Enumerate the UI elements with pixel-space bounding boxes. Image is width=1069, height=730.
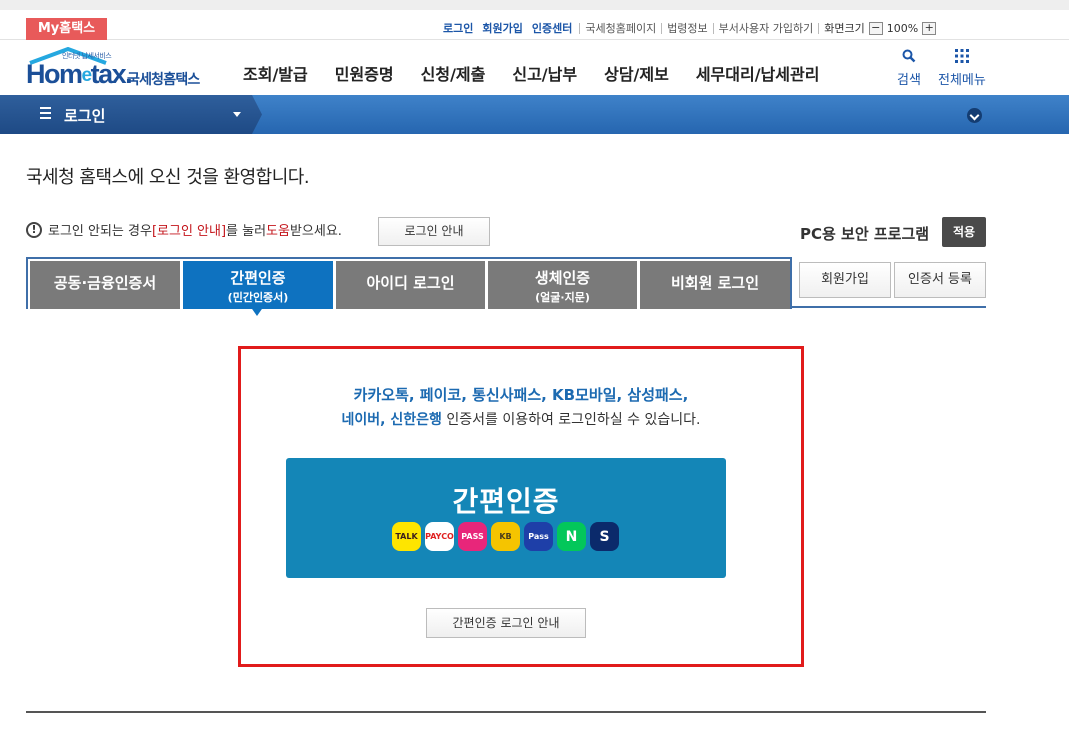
menu-apply-submit[interactable]: 신청/제출 [421, 61, 486, 85]
help-text-link: [로그인 안내] [151, 224, 227, 239]
main-menu: 조회/발급 민원증명 신청/제출 신고/납부 상담/제보 세무대리/납세관리 [243, 61, 846, 85]
login-guide-button[interactable]: 로그인 안내 [378, 217, 490, 246]
location-current: 로그인 [64, 107, 106, 125]
location-dropdown[interactable]: 로그인 [0, 95, 262, 134]
menu-lookup-issue[interactable]: 조회/발급 [243, 61, 308, 85]
help-text-red: 도움 [266, 224, 290, 239]
tab-id-login[interactable]: 아이디 로그인 [336, 261, 485, 309]
tab-guest-login[interactable]: 비회원 로그인 [640, 261, 790, 309]
menu-report-pay[interactable]: 신고/납부 [512, 61, 577, 85]
pass-icon: PASS [458, 522, 487, 551]
divider [818, 22, 820, 34]
kb-mobile-icon: KB [491, 522, 520, 551]
hamburger-icon [40, 107, 51, 122]
menu-consult-report[interactable]: 상담/제보 [604, 61, 669, 85]
simple-auth-button[interactable]: 간편인증 TALK PAYCO PASS KB Pass N S [286, 458, 726, 578]
divider [579, 22, 581, 34]
tab-biometric[interactable]: 생체인증 (얼굴·지문) [488, 261, 637, 309]
hometax-logo[interactable]: 인터넷 납세서비스 Hometax. 국세청홈택스 [26, 47, 211, 91]
menu-tax-agent[interactable]: 세무대리/납세관리 [696, 61, 820, 85]
screen-size-label: 화면크기 [824, 22, 865, 35]
active-tab-pointer [250, 306, 264, 316]
simple-auth-panel: 카카오톡, 페이코, 통신사패스, KB모바일, 삼성패스, 네이버, 신한은행… [238, 346, 804, 667]
tab-sublabel: (민간인증서) [227, 291, 289, 304]
cert-center-link[interactable]: 인증센터 [532, 20, 572, 36]
dept-user-signup-link[interactable]: 부서사용자 가입하기 [719, 20, 814, 36]
help-text-mid: 를 눌러 [226, 224, 267, 239]
utility-bar: My홈택스 로그인 회원가입 인증센터 국세청홈페이지 법령정보 부서사용자 가… [0, 10, 1069, 40]
simple-auth-guide-button[interactable]: 간편인증 로그인 안내 [426, 608, 586, 638]
naver-icon: N [557, 522, 586, 551]
login-link[interactable]: 로그인 [443, 20, 473, 36]
signup-link[interactable]: 회원가입 [482, 20, 522, 36]
provider-description: 네이버, 신한은행 인증서를 이용하여 로그인하실 수 있습니다. [341, 412, 701, 428]
divider [712, 22, 714, 34]
shinhan-icon: S [590, 522, 619, 551]
tab-label: 아이디 로그인 [366, 274, 455, 292]
zoom-value: 100% [886, 21, 919, 35]
tab-sublabel: (얼굴·지문) [535, 291, 590, 304]
search-label: 검색 [897, 73, 921, 88]
exclamation-icon: ! [26, 221, 42, 238]
provider-icons: TALK PAYCO PASS KB Pass N S [392, 522, 623, 551]
help-text-pre: 로그인 안되는 경우 [48, 224, 152, 239]
chevron-down-icon[interactable] [967, 108, 982, 123]
join-button[interactable]: 회원가입 [799, 262, 891, 298]
law-info-link[interactable]: 법령정보 [667, 20, 707, 36]
tab-label: 간편인증 [230, 269, 286, 287]
payco-icon: PAYCO [425, 522, 454, 551]
tab-label: 비회원 로그인 [670, 274, 760, 292]
apply-security-button[interactable]: 적용 [942, 217, 986, 247]
zoom-control: − 100% + [867, 21, 938, 35]
my-hometax-tab[interactable]: My홈택스 [26, 18, 107, 40]
header: 인터넷 납세서비스 Hometax. 국세청홈택스 조회/발급 민원증명 신청/… [0, 41, 1069, 95]
kakao-talk-icon: TALK [392, 522, 421, 551]
divider [661, 22, 663, 34]
location-bar: 로그인 [0, 95, 1069, 134]
samsung-pass-icon: Pass [524, 522, 553, 551]
logo-korean: 국세청홈택스 [127, 72, 200, 88]
nts-homepage-link[interactable]: 국세청홈페이지 [585, 20, 656, 36]
simple-auth-title: 간편인증 [452, 485, 560, 518]
logo-wordmark: Hometax. [26, 59, 133, 89]
caret-down-icon [233, 112, 241, 117]
cert-register-button[interactable]: 인증서 등록 [894, 262, 986, 298]
zoom-out-button[interactable]: − [868, 21, 883, 35]
tab-simple-auth[interactable]: 간편인증 (민간인증서) [183, 261, 333, 309]
all-menu-label: 전체메뉴 [938, 73, 986, 88]
provider-list-text: 카카오톡, 페이코, 통신사패스, KB모바일, 삼성패스, [353, 386, 689, 404]
divider [26, 711, 986, 713]
login-help-text: ! 로그인 안되는 경우 [로그인 안내] 를 눌러 도움 받으세요. [26, 220, 342, 239]
search-icon [902, 49, 916, 63]
pc-security-label: PC용 보안 프로그램 [800, 225, 930, 243]
search-button[interactable]: 검색 [897, 49, 921, 88]
tab-underline [792, 306, 986, 308]
tab-joint-financial-cert[interactable]: 공동·금융인증서 [30, 261, 180, 309]
zoom-in-button[interactable]: + [922, 21, 937, 35]
top-strip [0, 0, 1069, 10]
grid-menu-icon [954, 49, 969, 63]
menu-civil-certificate[interactable]: 민원증명 [335, 61, 394, 85]
tab-label: 생체인증 [534, 269, 591, 287]
login-method-tabs: 공동·금융인증서 간편인증 (민간인증서) 아이디 로그인 생체인증 (얼굴·지… [26, 257, 792, 309]
page-title: 국세청 홈택스에 오신 것을 환영합니다. [26, 167, 310, 188]
all-menu-button[interactable]: 전체메뉴 [938, 49, 986, 88]
help-text-post: 받으세요. [289, 224, 342, 239]
tab-label: 공동·금융인증서 [53, 274, 157, 292]
utility-links: 로그인 회원가입 인증센터 국세청홈페이지 법령정보 부서사용자 가입하기 화면… [443, 19, 938, 37]
